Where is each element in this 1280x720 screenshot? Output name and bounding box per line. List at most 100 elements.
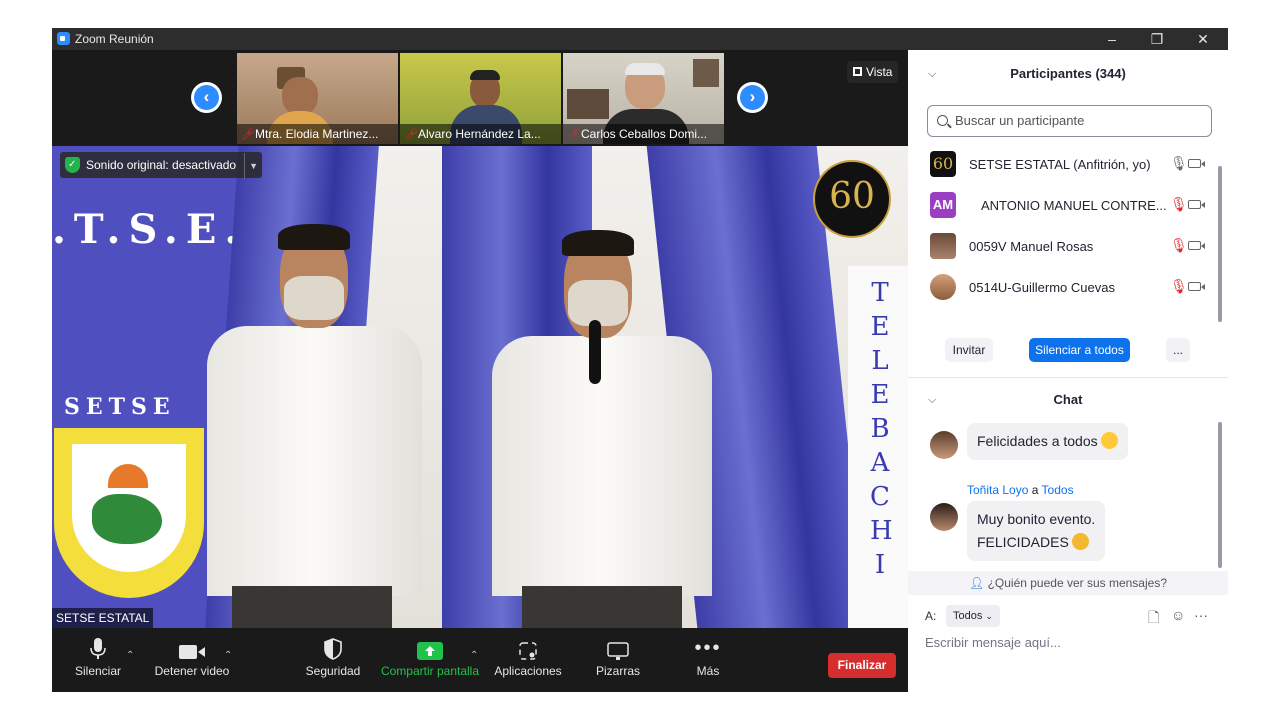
share-options-caret[interactable]: ⌃ <box>470 650 478 661</box>
chat-recipient[interactable]: Todos <box>1042 483 1074 497</box>
thumbnail-name: Alvaro Hernández La... <box>418 127 541 141</box>
chat-message: Muy bonito evento. FELICIDADES <box>967 501 1106 561</box>
grinning-emoji-icon <box>1100 432 1118 449</box>
frame-picture <box>567 89 609 119</box>
frame-picture <box>693 59 719 87</box>
share-screen-button[interactable]: Compartir pantalla <box>380 628 480 692</box>
chevron-right-icon: › <box>740 85 765 110</box>
person-hair <box>562 230 634 256</box>
end-meeting-button[interactable]: Finalizar <box>828 653 896 678</box>
thumbnail-name-bar: 🎤︎Alvaro Hernández La... <box>400 124 561 144</box>
mic-muted-icon: 🎤︎ <box>567 129 581 141</box>
microphone-icon[interactable]: 🎙︎ <box>1170 155 1188 172</box>
mic-muted-icon[interactable]: 🎙︎ <box>1170 278 1188 295</box>
chevron-down-icon: ⌄ <box>985 611 993 621</box>
who-can-see-text: ¿Quién puede ver sus mensajes? <box>987 576 1167 590</box>
chat-message-line: FELICIDADES <box>977 534 1069 550</box>
participants-more-button[interactable]: ... <box>1166 338 1190 362</box>
participant-row[interactable]: AM ANTONIO MANUEL CONTRE... 🎙︎ <box>930 188 1220 224</box>
thumbnail-name-bar: 🎤︎Mtra. Elodia Martinez... <box>237 124 398 144</box>
view-label: Vista <box>866 65 893 79</box>
avatar: 60 <box>930 151 956 177</box>
active-speaker-video: .T.S.E. SETSE T E L E B A C H I 60 ✓ Son… <box>52 146 908 628</box>
minimize-icon[interactable]: – <box>1089 28 1135 50</box>
original-sound-toggle[interactable]: Sonido original: desactivado ▼ <box>60 152 263 179</box>
participant-search-input[interactable]: Buscar un participante <box>927 105 1212 137</box>
microphone <box>589 320 601 384</box>
zoom-logo-icon <box>57 32 70 45</box>
emblem-word: SETSE <box>64 394 176 420</box>
participant-thumbnail[interactable]: 🎤︎Alvaro Hernández La... <box>400 53 561 144</box>
mic-muted-icon[interactable]: 🎙︎ <box>1170 196 1188 213</box>
chat-message: Felicidades a todos <box>967 423 1128 460</box>
face-mask <box>568 280 628 326</box>
banner-text: .T.S.E. <box>52 206 247 253</box>
chat-connector: a <box>1031 483 1039 497</box>
mute-options-caret[interactable]: ⌃ <box>126 650 134 661</box>
restore-icon[interactable]: ❐ <box>1134 28 1180 50</box>
participant-row[interactable]: 60 SETSE ESTATAL (Anfitrión, yo) 🎙︎ <box>930 147 1220 183</box>
avatar <box>930 274 956 300</box>
more-button[interactable]: ••• Más <box>682 628 734 692</box>
sign-letter: T <box>871 278 889 308</box>
sign-letter: C <box>870 482 890 512</box>
mute-all-button[interactable]: Silenciar a todos <box>1029 338 1130 362</box>
sign-letter: B <box>870 414 890 444</box>
invite-button[interactable]: Invitar <box>945 338 993 362</box>
people-lock-icon: 👤︎ <box>968 576 985 590</box>
emoji-icon[interactable]: ☺︎ <box>1171 607 1185 623</box>
chat-sender[interactable]: Toñita Loyo <box>967 483 1028 497</box>
chat-message-input[interactable]: Escribir mensaje aquí... <box>925 635 1061 650</box>
sign-letter: H <box>870 516 893 546</box>
recipient-select[interactable]: Todos ⌄ <box>946 605 1000 627</box>
person-shirt <box>207 326 422 596</box>
prev-page-button[interactable]: ‹ <box>191 82 222 113</box>
participant-name: ANTONIO MANUEL CONTRE... <box>981 198 1167 213</box>
video-camera-icon[interactable] <box>1188 241 1205 250</box>
next-page-button[interactable]: › <box>737 82 768 113</box>
mic-muted-icon[interactable]: 🎙︎ <box>1170 237 1188 254</box>
close-icon[interactable]: ✕ <box>1180 28 1226 50</box>
participant-row[interactable]: 0059V Manuel Rosas 🎙︎ <box>930 229 1220 265</box>
participant-thumbnail[interactable]: 🎤︎Mtra. Elodia Martinez... <box>237 53 398 144</box>
security-button[interactable]: Seguridad <box>302 628 364 692</box>
file-icon[interactable]: 🗋︎ <box>1148 607 1159 631</box>
meeting-toolbar: Silenciar ⌃ Detener video ⌃ Seguridad Co… <box>52 628 908 692</box>
chat-scroll-thumb[interactable] <box>1218 422 1222 568</box>
apps-icon <box>519 642 537 660</box>
side-panel: ⌵ Participantes (344) Buscar un particip… <box>908 50 1228 692</box>
video-camera-icon <box>179 645 205 659</box>
video-camera-icon[interactable] <box>1188 159 1205 168</box>
chevron-down-icon[interactable]: ▼ <box>244 153 262 179</box>
speaker-name-label: SETSE ESTATAL <box>52 608 154 628</box>
stop-video-button[interactable]: Detener video <box>152 628 232 692</box>
anniversary-logo: 60 <box>813 160 891 238</box>
avatar <box>930 233 956 259</box>
video-label: Detener video <box>154 664 230 678</box>
recipient-label: A: <box>925 609 937 623</box>
sign-letter: A <box>870 448 890 478</box>
apps-button[interactable]: Aplicaciones <box>492 628 564 692</box>
view-button[interactable]: Vista <box>847 61 899 83</box>
person-hair <box>278 224 350 250</box>
participant-thumbnail[interactable]: 🎤︎Carlos Ceballos Domi... <box>563 53 724 144</box>
video-options-caret[interactable]: ⌃ <box>224 650 232 661</box>
participant-row[interactable]: 0514U-Guillermo Cuevas 🎙︎ <box>930 270 1220 306</box>
whiteboards-button[interactable]: Pizarras <box>592 628 644 692</box>
more-options-icon[interactable]: ··· <box>1194 607 1208 623</box>
person-head <box>282 77 318 115</box>
sign-letter: I <box>874 550 886 580</box>
who-can-see-link[interactable]: 👤︎ ¿Quién puede ver sus mensajes? <box>908 571 1228 595</box>
emblem-map <box>92 494 162 544</box>
recipient-value: Todos <box>953 610 983 622</box>
person-hair <box>625 63 665 75</box>
face-mask <box>284 276 344 320</box>
person-pants <box>232 586 392 628</box>
mute-button[interactable]: Silenciar <box>70 628 126 692</box>
participant-name: 0514U-Guillermo Cuevas <box>969 280 1115 295</box>
emblem-sun <box>108 464 148 488</box>
video-camera-icon[interactable] <box>1188 282 1205 291</box>
video-camera-icon[interactable] <box>1188 200 1205 209</box>
participants-scroll-thumb[interactable] <box>1218 166 1222 322</box>
share-label: Compartir pantalla <box>380 664 480 678</box>
